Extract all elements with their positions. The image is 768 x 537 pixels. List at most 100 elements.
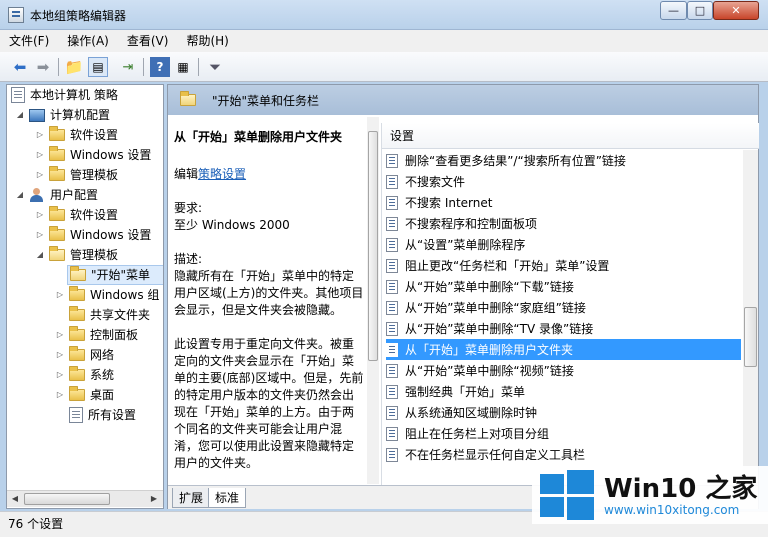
user-icon (29, 187, 45, 203)
expand-arrow-icon[interactable]: ▷ (35, 125, 45, 145)
column-header-settings[interactable]: 设置 (382, 123, 759, 149)
setting-icon (386, 153, 398, 168)
collapse-arrow-icon[interactable]: ◢ (15, 185, 25, 205)
collapse-arrow-icon[interactable]: ◢ (35, 245, 45, 265)
expand-arrow-icon[interactable]: ▷ (35, 225, 45, 245)
list-item-label: 不搜索程序和控制面板项 (405, 217, 538, 231)
list-item[interactable]: 从“开始”菜单中删除“下载”链接 (386, 276, 741, 297)
tree-comp-software[interactable]: ▷ 软件设置 (35, 125, 118, 145)
tree-desktop[interactable]: ▷ 桌面 (55, 385, 114, 405)
collapse-arrow-icon[interactable]: ◢ (15, 105, 25, 125)
expand-arrow-icon[interactable]: ▷ (55, 365, 65, 385)
expand-arrow-icon[interactable]: ▷ (35, 165, 45, 185)
minimize-button[interactable]: — (660, 1, 687, 20)
desc-label: 描述: (174, 252, 203, 266)
tree-user-admin[interactable]: ◢ 管理模板 (35, 245, 118, 265)
setting-icon (386, 447, 398, 462)
toolbar-separator (143, 58, 144, 76)
export-list-icon[interactable]: ⇥ (118, 57, 138, 77)
toolbar: ⬅ ➡ 📁 ▤ ⇥ ? ▦ ⏷ (0, 52, 768, 82)
tree-user-software[interactable]: ▷ 软件设置 (35, 205, 118, 225)
scroll-right-icon[interactable]: ▶ (147, 492, 161, 506)
folder-open-icon (70, 266, 86, 281)
menu-file[interactable]: 文件(F) (0, 30, 58, 52)
list-item[interactable]: 从系统通知区域删除时钟 (386, 402, 741, 423)
tree-pane: 本地计算机 策略 ◢ 计算机配置 ▷ 软件设置 ▷ Windows 设置 ▷ 管… (6, 84, 164, 509)
tree-label: "开始"菜单 (91, 268, 151, 282)
up-folder-icon[interactable]: 📁 (64, 57, 84, 77)
properties-icon[interactable]: ▦ (173, 57, 193, 77)
settings-list: 设置 删除“查看更多结果”/“搜索所有位置”链接 不搜索文件 不搜索 Inter… (381, 123, 759, 485)
scroll-thumb[interactable] (24, 493, 110, 505)
requirements: 要求: 至少 Windows 2000 (174, 200, 364, 234)
show-hide-tree-icon[interactable]: ▤ (88, 57, 108, 77)
maximize-button[interactable]: □ (687, 1, 713, 20)
list-item[interactable]: 不在任务栏显示任何自定义工具栏 (386, 444, 741, 465)
tree-computer-config[interactable]: ◢ 计算机配置 (15, 105, 110, 125)
tree-user-windows[interactable]: ▷ Windows 设置 (35, 225, 151, 245)
edit-policy-link[interactable]: 策略设置 (198, 167, 246, 181)
tree-control-panel[interactable]: ▷ 控制面板 (55, 325, 138, 345)
list-item[interactable]: 不搜索文件 (386, 171, 741, 192)
list-item[interactable]: 从“设置”菜单删除程序 (386, 234, 741, 255)
list-item-label: 从“开始”菜单中删除“TV 录像”链接 (405, 322, 594, 336)
menu-help[interactable]: 帮助(H) (177, 30, 237, 52)
list-item-label: 不搜索 Internet (405, 196, 493, 210)
window-title: 本地组策略编辑器 (30, 9, 127, 23)
watermark-title: Win10 之家 (604, 474, 758, 504)
list-item[interactable]: 从“开始”菜单中删除“家庭组”链接 (386, 297, 741, 318)
list-vertical-scrollbar[interactable] (743, 150, 758, 485)
tree-system[interactable]: ▷ 系统 (55, 365, 114, 385)
tab-extended[interactable]: 扩展 (172, 488, 211, 508)
tree-start-menu[interactable]: "开始"菜单 (67, 265, 163, 285)
help-icon[interactable]: ? (150, 57, 170, 77)
title-bar: 本地组策略编辑器 — □ ✕ (0, 0, 768, 30)
folder-icon (49, 146, 65, 161)
expand-arrow-icon[interactable]: ▷ (35, 205, 45, 225)
list-item-selected[interactable]: 从「开始」菜单删除用户文件夹 (386, 339, 741, 360)
expand-arrow-icon[interactable]: ▷ (55, 385, 65, 405)
back-arrow-icon[interactable]: ⬅ (10, 57, 30, 77)
edit-line: 编辑策略设置 (174, 166, 364, 183)
tree-network[interactable]: ▷ 网络 (55, 345, 114, 365)
tree-label: 软件设置 (70, 208, 119, 222)
tree-label: 网络 (90, 348, 115, 362)
forward-arrow-icon[interactable]: ➡ (33, 57, 53, 77)
tree-comp-windows[interactable]: ▷ Windows 设置 (35, 145, 151, 165)
tree-root[interactable]: 本地计算机 策略 (11, 85, 118, 105)
tree-windows-components[interactable]: ▷ Windows 组 (55, 285, 159, 305)
list-item[interactable]: 阻止更改“任务栏和「开始」菜单”设置 (386, 255, 741, 276)
scroll-left-icon[interactable]: ◀ (8, 492, 22, 506)
tree-label: Windows 设置 (70, 228, 152, 242)
expand-arrow-icon[interactable]: ▷ (55, 285, 65, 305)
toolbar-separator (58, 58, 59, 76)
expand-arrow-icon[interactable]: ▷ (35, 145, 45, 165)
tree-horizontal-scrollbar[interactable]: ◀ ▶ (7, 490, 163, 507)
close-button[interactable]: ✕ (713, 1, 759, 20)
list-item[interactable]: 强制经典「开始」菜单 (386, 381, 741, 402)
tree-user-config[interactable]: ◢ 用户配置 (15, 185, 98, 205)
scroll-thumb[interactable] (368, 131, 378, 361)
scroll-thumb[interactable] (744, 307, 757, 367)
menu-view[interactable]: 查看(V) (118, 30, 178, 52)
description-scrollbar[interactable] (367, 117, 379, 484)
menu-action[interactable]: 操作(A) (58, 30, 118, 52)
tab-standard[interactable]: 标准 (208, 488, 247, 508)
list-item[interactable]: 从“开始”菜单中删除“视频”链接 (386, 360, 741, 381)
list-item[interactable]: 不搜索 Internet (386, 192, 741, 213)
list-item[interactable]: 阻止在任务栏上对项目分组 (386, 423, 741, 444)
tree-label: 共享文件夹 (90, 308, 151, 322)
list-item[interactable]: 删除“查看更多结果”/“搜索所有位置”链接 (386, 150, 741, 171)
list-item[interactable]: 从“开始”菜单中删除“TV 录像”链接 (386, 318, 741, 339)
filter-icon[interactable]: ⏷ (205, 57, 225, 77)
tree-shared-folders[interactable]: 共享文件夹 (69, 305, 150, 325)
list-item[interactable]: 不搜索程序和控制面板项 (386, 213, 741, 234)
tree-label: 桌面 (90, 388, 115, 402)
expand-arrow-icon[interactable]: ▷ (55, 345, 65, 365)
expand-arrow-icon[interactable]: ▷ (55, 325, 65, 345)
list-item-label: 阻止在任务栏上对项目分组 (405, 427, 550, 441)
tree-comp-admin[interactable]: ▷ 管理模板 (35, 165, 118, 185)
setting-icon (386, 363, 398, 378)
folder-icon (69, 346, 85, 361)
tree-all-settings[interactable]: 所有设置 (69, 405, 136, 425)
